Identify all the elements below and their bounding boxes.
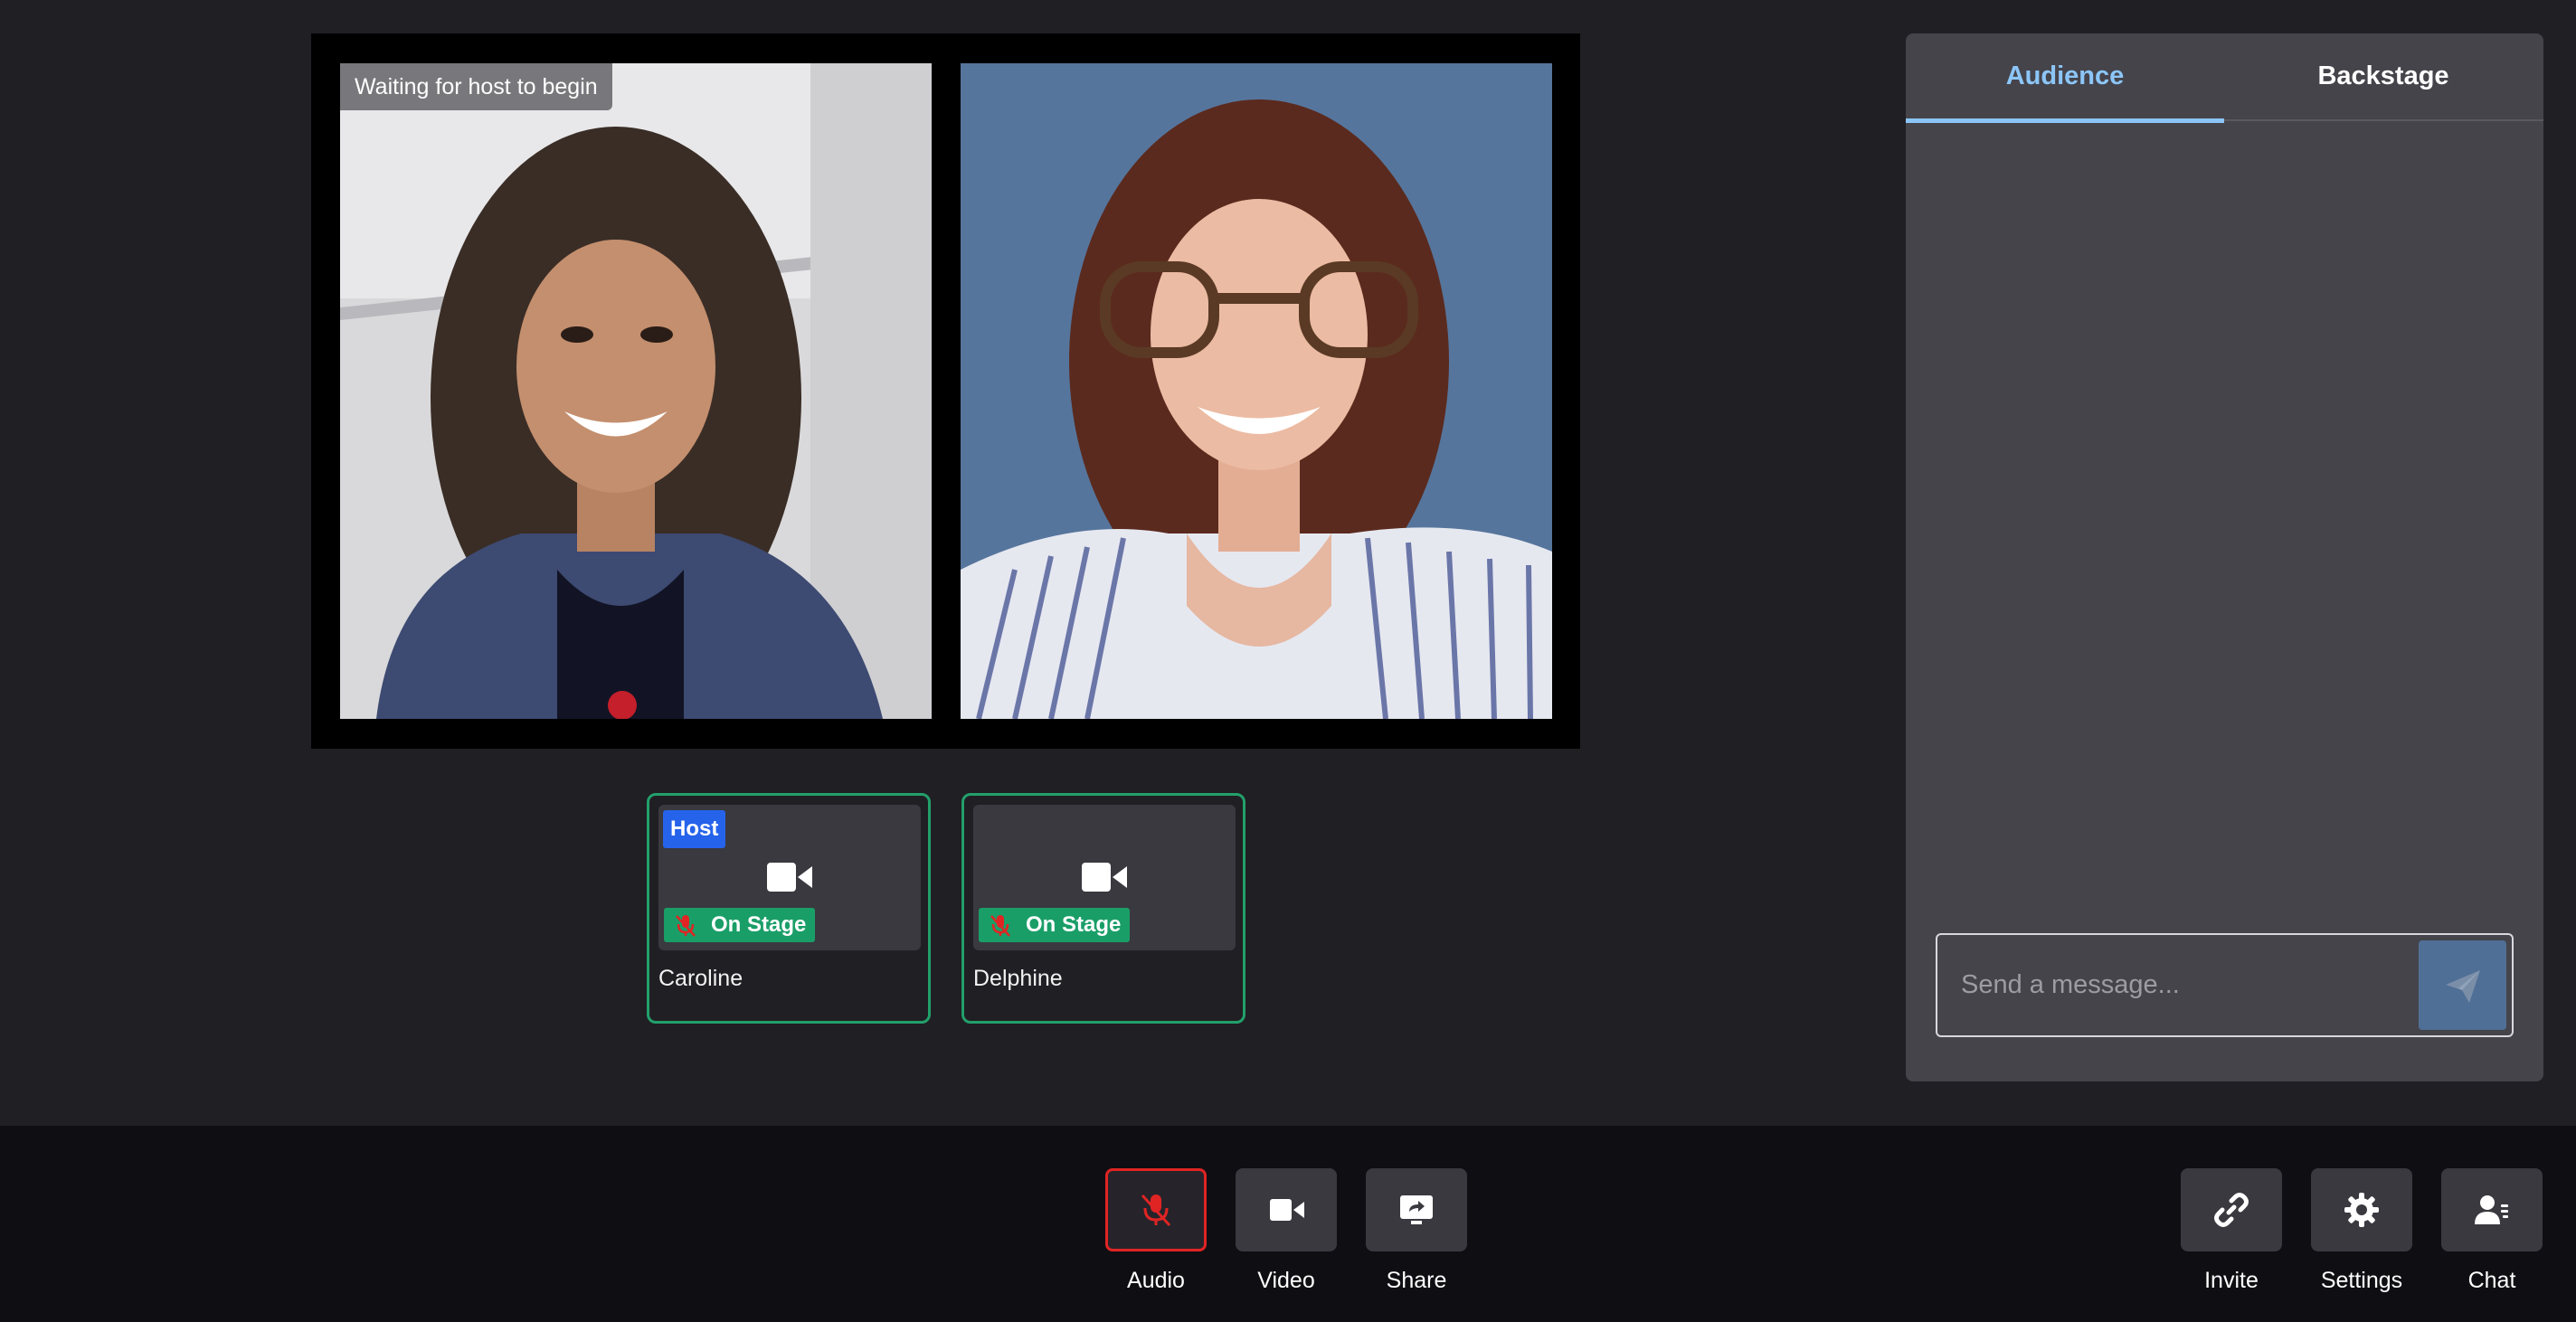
settings-button[interactable] xyxy=(2311,1168,2412,1251)
audio-label: Audio xyxy=(1127,1268,1185,1293)
participant-video-delphine xyxy=(961,63,1552,719)
chat-button[interactable] xyxy=(2441,1168,2543,1251)
on-stage-label: On Stage xyxy=(711,912,807,937)
participant-card-caroline[interactable]: Host On Stage Caroline xyxy=(647,793,931,1024)
send-button[interactable] xyxy=(2419,940,2506,1030)
bottom-toolbar: Audio Video Share Invite Settings Chat xyxy=(0,1126,2576,1322)
stage-area: Waiting for host to begin xyxy=(311,33,1580,749)
paper-plane-icon xyxy=(2446,970,2480,1003)
video-label: Video xyxy=(1257,1268,1315,1293)
message-input[interactable] xyxy=(1937,935,2408,1035)
video-button[interactable] xyxy=(1236,1168,1337,1251)
invite-label: Invite xyxy=(2204,1268,2259,1293)
share-label: Share xyxy=(1386,1268,1447,1293)
chat-label: Chat xyxy=(2467,1268,2516,1293)
participant-video-caroline xyxy=(340,63,932,719)
gear-icon xyxy=(2344,1193,2379,1227)
video-tile-delphine[interactable] xyxy=(961,63,1552,719)
video-tile-caroline[interactable] xyxy=(340,63,932,719)
chat-tabs: Audience Backstage xyxy=(1906,33,2543,123)
tab-audience[interactable]: Audience xyxy=(1906,33,2224,123)
participant-card-delphine[interactable]: On Stage Delphine xyxy=(961,793,1245,1024)
message-composer xyxy=(1936,933,2514,1037)
mic-muted-icon xyxy=(990,915,1010,937)
participant-thumbnail: Host On Stage xyxy=(658,805,921,950)
audio-button[interactable] xyxy=(1105,1168,1207,1251)
on-stage-badge: On Stage xyxy=(664,908,816,942)
chat-panel: Audience Backstage xyxy=(1906,33,2543,1081)
on-stage-label: On Stage xyxy=(1026,912,1122,937)
mic-muted-icon xyxy=(1141,1194,1171,1227)
link-icon xyxy=(2214,1193,2249,1227)
share-button[interactable] xyxy=(1366,1168,1467,1251)
video-camera-icon xyxy=(767,863,812,892)
tab-backstage[interactable]: Backstage xyxy=(2224,33,2543,121)
invite-button[interactable] xyxy=(2181,1168,2282,1251)
waiting-status-badge: Waiting for host to begin xyxy=(340,63,612,110)
settings-label: Settings xyxy=(2320,1268,2403,1293)
participant-name: Delphine xyxy=(973,966,1063,991)
participant-name: Caroline xyxy=(658,966,743,991)
video-camera-icon xyxy=(1082,863,1127,892)
video-camera-icon xyxy=(1270,1199,1304,1221)
screen-share-icon xyxy=(1400,1195,1433,1224)
mic-muted-icon xyxy=(676,915,696,937)
host-badge: Host xyxy=(663,810,726,848)
people-icon xyxy=(2475,1195,2508,1224)
participant-thumbnail: On Stage xyxy=(973,805,1236,950)
on-stage-badge: On Stage xyxy=(979,908,1131,942)
